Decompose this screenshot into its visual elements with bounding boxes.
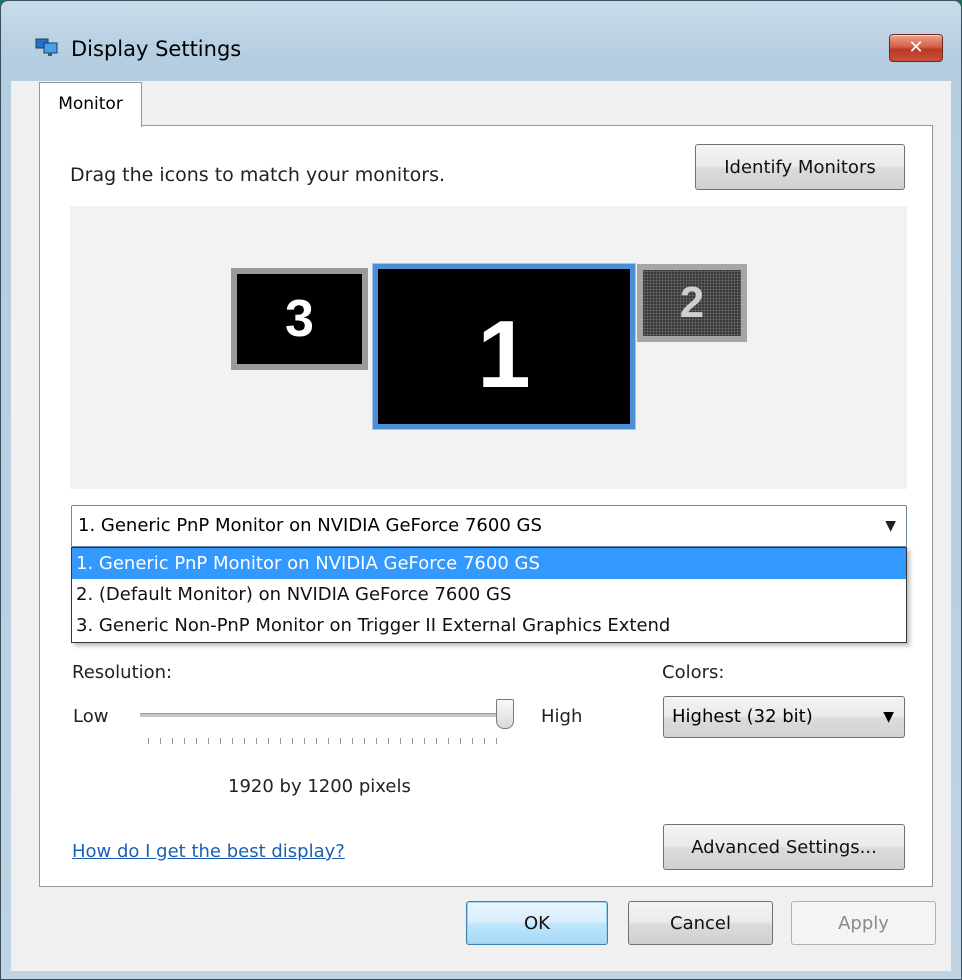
- monitor-arrangement-area: 3 1 2: [70, 206, 907, 489]
- apply-button[interactable]: Apply: [791, 901, 936, 945]
- dropdown-option[interactable]: 1. Generic PnP Monitor on NVIDIA GeForce…: [72, 548, 906, 579]
- close-icon: ✕: [908, 37, 924, 58]
- resolution-slider-thumb[interactable]: [496, 699, 514, 729]
- monitor-number: 1: [477, 300, 531, 408]
- display-settings-icon: [35, 38, 58, 56]
- window-title: Display Settings: [71, 37, 242, 61]
- monitor-select-value: 1. Generic PnP Monitor on NVIDIA GeForce…: [78, 515, 542, 536]
- help-link[interactable]: How do I get the best display?: [72, 841, 345, 862]
- monitor-1-icon[interactable]: 1: [373, 264, 635, 429]
- resolution-low-label: Low: [73, 706, 109, 727]
- display-settings-window: Display Settings ✕ Monitor Drag the icon…: [0, 0, 962, 980]
- resolution-value: 1920 by 1200 pixels: [228, 776, 411, 797]
- monitor-number: 3: [285, 290, 314, 348]
- tab-monitor[interactable]: Monitor: [39, 82, 142, 127]
- monitor-3-icon[interactable]: 3: [231, 268, 368, 370]
- monitor-select[interactable]: 1. Generic PnP Monitor on NVIDIA GeForce…: [71, 505, 907, 547]
- colors-select-value: Highest (32 bit): [672, 706, 813, 727]
- instructions-text: Drag the icons to match your monitors.: [70, 164, 446, 186]
- close-button[interactable]: ✕: [889, 34, 943, 62]
- colors-select[interactable]: Highest (32 bit) ▼: [663, 696, 905, 738]
- chevron-down-icon: ▼: [885, 518, 896, 534]
- cancel-button[interactable]: Cancel: [628, 901, 773, 945]
- colors-label: Colors:: [662, 662, 725, 683]
- monitor-number: 2: [679, 278, 705, 327]
- resolution-slider-track[interactable]: [140, 713, 505, 717]
- identify-monitors-button[interactable]: Identify Monitors: [695, 144, 905, 190]
- dropdown-option[interactable]: 2. (Default Monitor) on NVIDIA GeForce 7…: [72, 579, 906, 610]
- monitor-dropdown-list: 1. Generic PnP Monitor on NVIDIA GeForce…: [71, 547, 907, 643]
- title-bar[interactable]: Display Settings ✕: [1, 1, 961, 81]
- chevron-down-icon: ▼: [883, 709, 894, 725]
- ok-button[interactable]: OK: [466, 901, 608, 945]
- monitor-tab-panel: Drag the icons to match your monitors. I…: [39, 125, 933, 887]
- advanced-settings-button[interactable]: Advanced Settings...: [663, 824, 905, 870]
- slider-ticks: [148, 738, 508, 746]
- resolution-high-label: High: [541, 706, 583, 727]
- resolution-label: Resolution:: [72, 662, 173, 683]
- monitor-2-icon[interactable]: 2: [637, 264, 747, 342]
- dropdown-option[interactable]: 3. Generic Non-PnP Monitor on Trigger II…: [72, 610, 906, 641]
- dialog-client-area: Monitor Drag the icons to match your mon…: [11, 81, 951, 971]
